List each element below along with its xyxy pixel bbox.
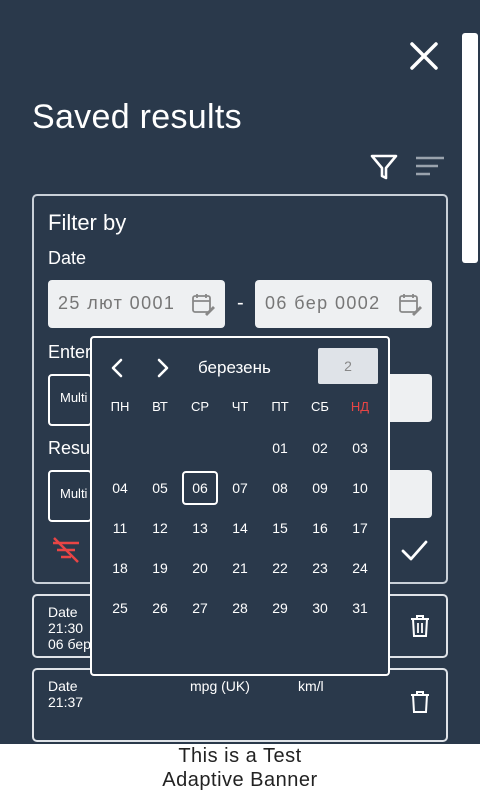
select-value-2: Multi [60,486,88,501]
card-time: 21:30 [48,620,84,636]
date-label: Date [48,248,87,268]
calendar-day[interactable]: 09 [302,471,338,505]
calendar-day[interactable]: 31 [342,591,378,625]
page-title: Saved results [32,98,242,136]
select-value-1: Multi [60,390,88,405]
filter-icon[interactable] [368,150,400,182]
calendar-day[interactable]: 26 [142,591,178,625]
calendar-day[interactable]: 11 [102,511,138,545]
select-field-2[interactable]: Multi [48,470,92,522]
filter-title: Filter by [48,210,127,235]
calendar-day[interactable]: 12 [142,511,178,545]
calendar-day[interactable]: 07 [222,471,258,505]
calendar-day[interactable]: 10 [342,471,378,505]
calendar-day[interactable]: 19 [142,551,178,585]
calendar-day[interactable]: 02 [302,431,338,465]
card-time: 21:37 [48,694,84,710]
weekday-label: ВТ [152,399,168,414]
card-date-label: Date [48,604,78,620]
calendar-day[interactable]: 29 [262,591,298,625]
calendar-day[interactable]: 18 [102,551,138,585]
calendar-day-selected[interactable]: 06 [182,471,218,505]
calendar-day[interactable]: 03 [342,431,378,465]
trash-icon[interactable] [408,614,432,638]
calendar-day[interactable]: 25 [102,591,138,625]
calendar-day[interactable]: 27 [182,591,218,625]
select-field-2-right[interactable] [386,470,432,518]
date-separator: - [237,292,244,314]
scrollbar[interactable] [462,33,478,263]
calendar-day[interactable]: 04 [102,471,138,505]
select-field-1-right[interactable] [386,374,432,422]
card-date-label: Date [48,678,78,694]
card-mpg-label: mpg (UK) [190,678,250,694]
card-date: 06 бер [48,636,91,652]
chevron-right-icon[interactable] [150,356,174,380]
calendar-day[interactable]: 15 [262,511,298,545]
date-from-value: 25 лют 0001 [58,293,176,313]
close-icon[interactable] [404,36,444,76]
calendar-month[interactable]: березень [198,358,271,378]
calendar-edit-icon [192,294,215,316]
select-field-1[interactable]: Multi [48,374,92,426]
weekday-label: СБ [311,399,329,414]
weekday-label: ЧТ [231,399,249,414]
sort-icon[interactable] [412,150,448,182]
calendar-day[interactable]: 20 [182,551,218,585]
section-label-results: Resu [48,438,91,458]
calendar-day[interactable]: 13 [182,511,218,545]
date-from-field[interactable]: 25 лют 0001 [48,280,225,328]
calendar-day[interactable]: 05 [142,471,178,505]
calendar-day[interactable]: 24 [342,551,378,585]
banner-line-2: Adaptive Banner [162,769,318,791]
calendar-day[interactable]: 16 [302,511,338,545]
weekday-label: ПТ [271,399,289,414]
calendar-day[interactable]: 21 [222,551,258,585]
ad-banner[interactable]: This is a Test Adaptive Banner [0,744,480,800]
weekday-label: СР [190,399,210,414]
calendar-day[interactable]: 08 [262,471,298,505]
chevron-left-icon[interactable] [106,356,130,380]
result-card[interactable]: Date 21:37 mpg (UK) km/l [32,668,448,742]
calendar-day[interactable]: 17 [342,511,378,545]
calendar-day[interactable]: 14 [222,511,258,545]
calendar-year-input[interactable]: 2 [318,348,378,384]
check-icon[interactable] [398,534,430,566]
calendar-day[interactable]: 01 [262,431,298,465]
card-kml-label: km/l [298,678,324,694]
date-to-value: 06 бер 0002 [265,293,381,313]
section-label-enter: Enter [48,342,92,362]
banner-line-1: This is a Test [178,745,302,767]
weekday-label: НД [350,399,370,414]
calendar-day[interactable]: 30 [302,591,338,625]
calendar-day[interactable]: 28 [222,591,258,625]
weekday-label: ПН [110,399,130,414]
date-to-field[interactable]: 06 бер 0002 [255,280,432,328]
calendar-day[interactable]: 22 [262,551,298,585]
calendar-edit-icon [399,294,422,316]
clear-filter-icon[interactable] [50,534,82,566]
calendar-day[interactable]: 23 [302,551,338,585]
app-screen: Saved results Filter by Date 25 лют 0001… [0,0,480,744]
trash-icon[interactable] [408,690,432,714]
date-picker-popup: березень 2 ПН ВТ СР ЧТ ПТ СБ НД 01 02 03 04 05 06 07… [90,336,390,676]
